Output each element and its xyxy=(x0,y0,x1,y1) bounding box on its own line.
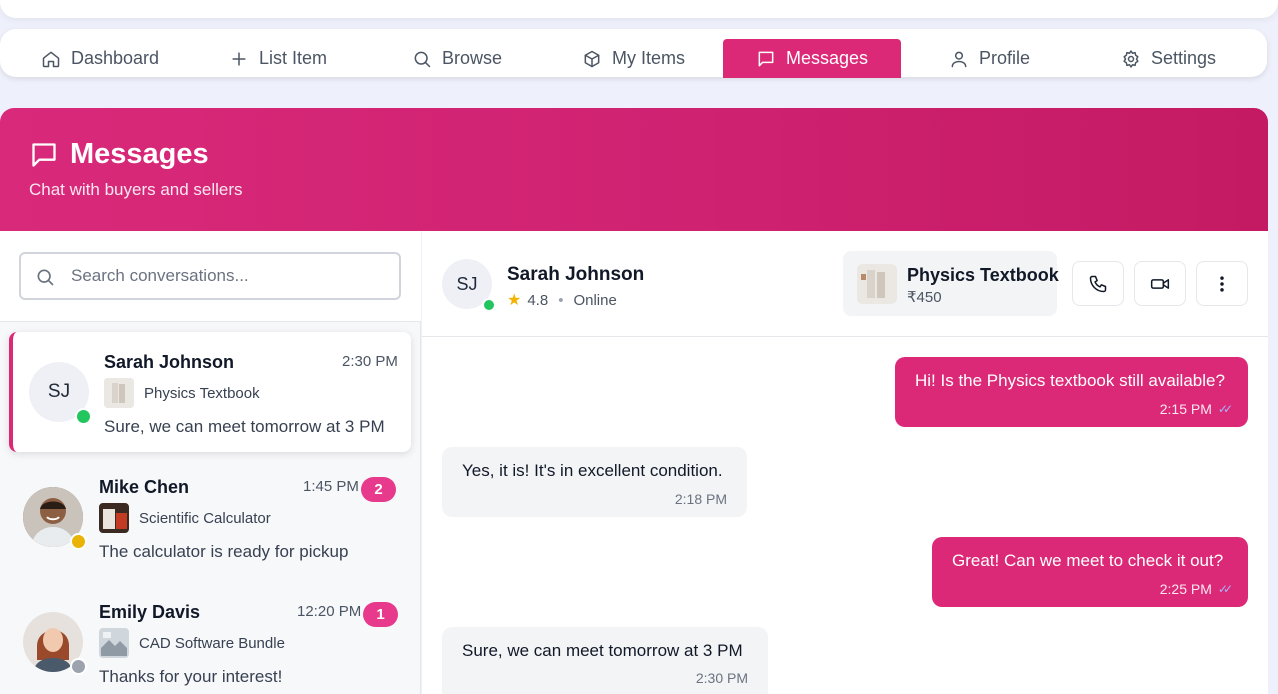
conversation-preview: The calculator is ready for pickup xyxy=(99,542,349,561)
call-button[interactable] xyxy=(1072,261,1124,306)
message-meta: 2:30 PM xyxy=(696,670,748,686)
gear-icon xyxy=(1123,49,1139,68)
message-text: Yes, it is! It's in excellent condition. xyxy=(462,461,723,480)
chat-contact-name: Sarah Johnson xyxy=(507,264,645,285)
calculator-image xyxy=(99,503,129,533)
more-vertical-icon xyxy=(1220,275,1224,292)
conversation-name: Sarah Johnson xyxy=(104,352,235,372)
conversation-name: Mike Chen xyxy=(99,477,190,497)
video-call-button[interactable] xyxy=(1134,261,1186,306)
page-title: Messages xyxy=(30,138,209,171)
user-icon xyxy=(951,51,967,67)
conversation-list-panel: SJ Sarah Johnson 2:30 PM Physics Textboo… xyxy=(0,231,421,694)
nav-browse[interactable]: Browse xyxy=(398,39,516,78)
page-subtitle: Chat with buyers and sellers xyxy=(29,180,243,199)
nav-my-items[interactable]: My Items xyxy=(568,39,699,78)
search-input[interactable] xyxy=(71,266,381,286)
conversation-time: 2:30 PM xyxy=(342,353,398,370)
outgoing-message: Great! Can we meet to check it out? 2:25… xyxy=(932,537,1248,607)
nav-browse-label: Browse xyxy=(442,48,503,68)
nav-messages[interactable]: Messages xyxy=(723,39,901,78)
online-status-dot xyxy=(75,408,92,425)
nav-profile[interactable]: Profile xyxy=(935,39,1044,78)
double-check-icon: ✓✓ xyxy=(1217,402,1233,416)
nav-messages-label: Messages xyxy=(785,48,869,68)
nav-list-item-label: List Item xyxy=(259,48,328,68)
phone-icon xyxy=(1089,275,1107,292)
conversation-item-name: Physics Textbook xyxy=(144,385,260,402)
message-icon xyxy=(758,51,774,66)
conversation-preview: Sure, we can meet tomorrow at 3 PM xyxy=(104,417,385,436)
message-time: 2:25 PM xyxy=(1159,581,1212,597)
product-price: ₹450 xyxy=(907,289,942,306)
nav-profile-label: Profile xyxy=(979,48,1031,68)
message-time: 2:18 PM xyxy=(674,491,727,507)
message-time: 2:30 PM xyxy=(695,670,748,686)
conversation-name: Emily Davis xyxy=(99,602,201,622)
unread-badge: 2 xyxy=(361,477,396,502)
main-nav: Dashboard List Item Browse My Items Mess… xyxy=(0,29,1267,78)
chat-contact-meta: ★ 4.8 • Online xyxy=(507,290,617,310)
nav-dashboard-label: Dashboard xyxy=(71,48,160,68)
separator-dot: • xyxy=(558,291,564,309)
message-time: 2:15 PM xyxy=(1159,401,1212,417)
more-options-button[interactable] xyxy=(1196,261,1248,306)
incoming-message: Sure, we can meet tomorrow at 3 PM 2:30 … xyxy=(442,627,768,694)
conversation-item[interactable]: Emily Davis 12:20 PM 1 CAD Software Bund… xyxy=(9,582,411,694)
top-bar xyxy=(0,0,1278,18)
conversation-item[interactable]: SJ Sarah Johnson 2:30 PM Physics Textboo… xyxy=(9,332,411,452)
product-title: Physics Textbook xyxy=(907,265,1059,285)
search-icon xyxy=(37,269,54,286)
message-text: Hi! Is the Physics textbook still availa… xyxy=(915,371,1225,390)
chat-rating: 4.8 xyxy=(527,291,549,309)
video-icon xyxy=(1150,278,1170,289)
search-area xyxy=(0,231,421,322)
outgoing-message: Hi! Is the Physics textbook still availa… xyxy=(895,357,1248,427)
nav-my-items-label: My Items xyxy=(612,48,686,68)
message-icon xyxy=(32,142,56,167)
plus-icon xyxy=(232,51,246,66)
unread-badge: 1 xyxy=(363,602,398,627)
software-image xyxy=(99,628,129,658)
page-title-text: Messages xyxy=(70,138,209,170)
conversation-item[interactable]: Mike Chen 1:45 PM 2 Scientific Calculato… xyxy=(9,457,411,577)
nav-dashboard[interactable]: Dashboard xyxy=(27,39,173,78)
message-meta: 2:15 PM ✓✓ xyxy=(1159,401,1233,417)
book-image xyxy=(857,264,897,304)
conversation-time: 12:20 PM xyxy=(297,603,362,620)
software-thumbnail xyxy=(99,628,129,658)
chat-status: Online xyxy=(573,291,617,309)
search-box xyxy=(19,252,401,300)
nav-settings-label: Settings xyxy=(1151,48,1217,68)
offline-status-dot xyxy=(70,658,87,675)
message-meta: 2:18 PM xyxy=(675,491,727,507)
conversation-preview: Thanks for your interest! xyxy=(99,667,283,686)
book-thumbnail xyxy=(104,378,134,408)
nav-settings[interactable]: Settings xyxy=(1107,39,1230,78)
star-icon: ★ xyxy=(507,292,522,309)
message-meta: 2:25 PM ✓✓ xyxy=(1159,581,1233,597)
book-image xyxy=(104,378,134,408)
search-icon xyxy=(414,51,431,67)
calculator-thumbnail xyxy=(99,503,129,533)
online-status-dot xyxy=(482,298,496,312)
conversation-time: 1:45 PM xyxy=(303,478,359,495)
away-status-dot xyxy=(70,533,87,550)
incoming-message: Yes, it is! It's in excellent condition.… xyxy=(442,447,747,517)
box-icon xyxy=(584,50,600,67)
conversation-item-name: CAD Software Bundle xyxy=(139,635,285,652)
product-thumbnail xyxy=(857,264,897,304)
message-text: Sure, we can meet tomorrow at 3 PM xyxy=(462,641,743,660)
double-check-icon: ✓✓ xyxy=(1217,582,1233,596)
nav-list-item[interactable]: List Item xyxy=(215,39,341,78)
message-text: Great! Can we meet to check it out? xyxy=(952,551,1224,570)
conversation-item-name: Scientific Calculator xyxy=(139,510,271,527)
home-icon xyxy=(42,51,60,67)
